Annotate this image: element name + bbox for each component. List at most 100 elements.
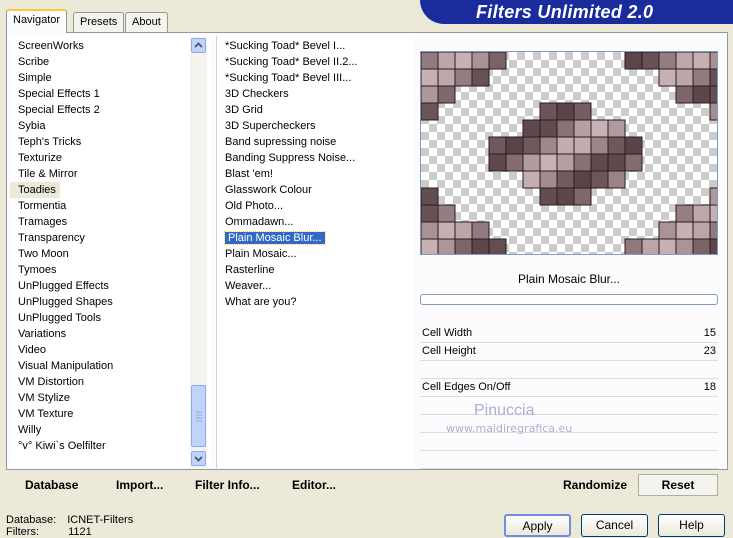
reset-button[interactable]: Reset — [638, 474, 718, 496]
category-item[interactable]: Texturize — [10, 150, 210, 166]
param-row-empty — [420, 361, 718, 379]
randomize-button[interactable]: Randomize — [563, 478, 627, 492]
category-item[interactable]: Special Effects 1 — [10, 86, 210, 102]
mosaic-tile — [522, 119, 541, 138]
filter-item[interactable]: *Sucking Toad* Bevel III... — [217, 70, 414, 86]
mosaic-tile — [454, 238, 473, 254]
category-item[interactable]: Simple — [10, 70, 210, 86]
mosaic-tile — [505, 153, 524, 172]
filter-item-label: Rasterline — [225, 264, 275, 276]
grip-icon — [196, 411, 202, 422]
param-row[interactable]: Cell Width 15 — [420, 325, 718, 343]
category-item[interactable]: Tymoes — [10, 262, 210, 278]
category-item[interactable]: Sybia — [10, 118, 210, 134]
category-item[interactable]: UnPlugged Shapes — [10, 294, 210, 310]
filter-item[interactable]: Glasswork Colour — [217, 182, 414, 198]
filter-item[interactable]: Rasterline — [217, 262, 414, 278]
mosaic-tile — [624, 153, 643, 172]
mosaic-tile — [454, 52, 473, 70]
mosaic-tile — [675, 68, 694, 87]
filter-item[interactable]: Plain Mosaic... — [217, 246, 414, 262]
mosaic-tile — [573, 136, 592, 155]
category-list[interactable]: ScreenWorks Scribe Simple Special Effects 1… — [10, 36, 210, 468]
filter-item[interactable]: *Sucking Toad* Bevel II.2... — [217, 54, 414, 70]
filter-item[interactable]: 3D Supercheckers — [217, 118, 414, 134]
editor-button[interactable]: Editor... — [292, 478, 336, 492]
mosaic-tile — [471, 68, 490, 87]
database-button[interactable]: Database — [25, 478, 78, 492]
param-slider-track — [420, 468, 718, 469]
category-item[interactable]: Willy — [10, 422, 210, 438]
param-row[interactable]: Cell Height 23 — [420, 343, 718, 361]
tab-presets[interactable]: Presets — [73, 12, 125, 32]
category-item[interactable]: Special Effects 2 — [10, 102, 210, 118]
scroll-thumb[interactable] — [191, 385, 206, 447]
param-row-empty — [420, 397, 718, 415]
filter-preview — [420, 51, 718, 255]
tab-about[interactable]: About — [125, 12, 168, 32]
status-database-value: ICNET-Filters — [67, 514, 134, 526]
filter-item[interactable]: 3D Grid — [217, 102, 414, 118]
scroll-down-button[interactable] — [191, 451, 206, 466]
apply-button[interactable]: Apply — [504, 514, 571, 537]
mosaic-tile — [607, 119, 626, 138]
mosaic-tile — [692, 238, 711, 254]
category-item[interactable]: Variations — [10, 326, 210, 342]
filter-list[interactable]: *Sucking Toad* Bevel I... *Sucking Toad* … — [216, 36, 414, 468]
category-item[interactable]: Two Moon — [10, 246, 210, 262]
filter-item[interactable]: Weaver... — [217, 278, 414, 294]
watermark-name: Pinuccia — [474, 402, 535, 419]
filter-item-label: Plain Mosaic... — [225, 248, 297, 260]
filter-info-button[interactable]: Filter Info... — [195, 478, 260, 492]
category-item[interactable]: Toadies — [10, 182, 60, 198]
help-button[interactable]: Help — [658, 514, 725, 537]
scroll-up-button[interactable] — [191, 38, 206, 53]
category-item[interactable]: UnPlugged Effects — [10, 278, 210, 294]
mosaic-tile — [421, 187, 439, 206]
filter-item[interactable]: Ommadawn... — [217, 214, 414, 230]
filter-item[interactable]: *Sucking Toad* Bevel I... — [217, 38, 414, 54]
category-item[interactable]: VM Texture — [10, 406, 210, 422]
filter-item[interactable]: What are you? — [217, 294, 414, 310]
category-item[interactable]: Tile & Mirror — [10, 166, 210, 182]
category-item[interactable]: °v° Kiwi`s Oelfilter — [10, 438, 210, 454]
filter-item[interactable]: Banding Suppress Noise... — [217, 150, 414, 166]
mosaic-tile — [421, 221, 439, 240]
import-button[interactable]: Import... — [116, 478, 163, 492]
filter-item[interactable]: Blast 'em! — [217, 166, 414, 182]
category-item[interactable]: Scribe — [10, 54, 210, 70]
filter-item[interactable]: Band supressing noise — [217, 134, 414, 150]
status-filters: Filters: 1121 — [6, 526, 92, 538]
filter-item[interactable]: 3D Checkers — [217, 86, 414, 102]
category-item[interactable]: UnPlugged Tools — [10, 310, 210, 326]
mosaic-tile — [709, 102, 717, 121]
mosaic-tile — [488, 238, 507, 254]
mosaic-tile — [675, 238, 694, 254]
category-item[interactable]: Teph's Tricks — [10, 134, 210, 150]
category-item[interactable]: Video — [10, 342, 210, 358]
cancel-button[interactable]: Cancel — [581, 514, 648, 537]
category-item[interactable]: VM Distortion — [10, 374, 210, 390]
param-row[interactable]: Cell Edges On/Off 18 — [420, 379, 718, 397]
filter-item[interactable]: Old Photo... — [217, 198, 414, 214]
status-database: Database: ICNET-Filters — [6, 514, 133, 526]
param-row-empty — [420, 433, 718, 451]
filter-name-display: Plain Mosaic Blur... — [517, 272, 621, 286]
category-scrollbar[interactable] — [190, 37, 207, 468]
category-item[interactable]: Transparency — [10, 230, 210, 246]
category-item[interactable]: ScreenWorks — [10, 38, 210, 54]
filter-item[interactable]: Plain Mosaic Blur... — [217, 230, 414, 246]
category-item[interactable]: Tormentia — [10, 198, 210, 214]
tab-navigator[interactable]: Navigator — [6, 9, 68, 33]
filter-item-label: 3D Checkers — [225, 88, 289, 100]
category-item[interactable]: Tramages — [10, 214, 210, 230]
mosaic-tile — [692, 204, 711, 223]
mosaic-tile — [421, 204, 439, 223]
mosaic-tile — [556, 170, 575, 189]
category-item[interactable]: VM Stylize — [10, 390, 210, 406]
mosaic-tile — [421, 102, 439, 121]
mosaic-tile — [675, 221, 694, 240]
category-item[interactable]: Visual Manipulation — [10, 358, 210, 374]
mosaic-tile — [556, 119, 575, 138]
mosaic-tile — [556, 102, 575, 121]
